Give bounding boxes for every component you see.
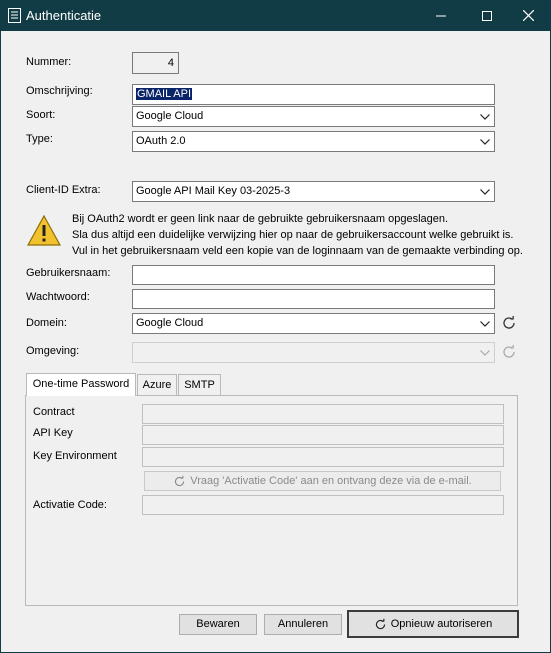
warning-line: Bij OAuth2 wordt er geen link naar de ge… xyxy=(72,213,449,225)
wachtwoord-label: Wachtwoord: xyxy=(26,291,90,303)
type-select[interactable]: OAuth 2.0 xyxy=(132,131,495,152)
domein-select[interactable]: Google Cloud xyxy=(132,313,495,334)
warning-text: Bij OAuth2 wordt er geen link naar de ge… xyxy=(72,211,523,259)
maximize-icon xyxy=(482,10,492,21)
clientid-label: Client-ID Extra: xyxy=(26,184,101,196)
tab-one-time-password[interactable]: One-time Password xyxy=(26,373,136,396)
warning-icon xyxy=(27,214,61,246)
dialog-window: Authenticatie Nummer: 4 Omschrijving: GM… xyxy=(0,0,551,653)
close-icon xyxy=(522,10,534,21)
contract-label: Contract xyxy=(33,406,75,418)
request-activation-label: Vraag 'Activatie Code' aan en ontvang de… xyxy=(190,475,472,487)
form-icon xyxy=(8,8,21,23)
cancel-button[interactable]: Annuleren xyxy=(264,614,342,635)
clientid-value: Google API Mail Key 03-2025-3 xyxy=(136,185,291,197)
chevron-down-icon[interactable] xyxy=(476,182,494,201)
apikey-input[interactable] xyxy=(142,425,504,445)
chevron-down-icon[interactable] xyxy=(476,107,494,126)
omgeving-label: Omgeving: xyxy=(26,345,80,357)
tab-azure[interactable]: Azure xyxy=(137,374,177,395)
request-activation-button[interactable]: Vraag 'Activatie Code' aan en ontvang de… xyxy=(144,471,501,491)
soort-label: Soort: xyxy=(26,109,56,121)
reauthorize-label: Opnieuw autoriseren xyxy=(390,618,493,630)
keyenv-label: Key Environment xyxy=(33,450,117,462)
warning-line: Vul in het gebruikersnaam veld een kopie… xyxy=(72,245,523,257)
reauthorize-button[interactable]: Opnieuw autoriseren xyxy=(347,610,519,638)
tab-smtp[interactable]: SMTP xyxy=(178,374,221,395)
chevron-down-icon[interactable] xyxy=(476,314,494,333)
activatie-label: Activatie Code: xyxy=(33,499,107,511)
warning-line: Sla dus altijd een duidelijke verwijzing… xyxy=(72,229,514,241)
gebruikersnaam-label: Gebruikersnaam: xyxy=(26,267,111,279)
omschrijving-label: Omschrijving: xyxy=(26,85,93,97)
soort-select[interactable]: Google Cloud xyxy=(132,106,495,127)
type-value: OAuth 2.0 xyxy=(136,135,186,147)
omschrijving-value: GMAIL API xyxy=(136,88,193,100)
title-bar[interactable]: Authenticatie xyxy=(0,0,551,31)
chevron-down-icon xyxy=(476,343,494,362)
refresh-icon[interactable] xyxy=(501,315,517,331)
omgeving-select[interactable] xyxy=(132,342,495,363)
dialog-body: Nummer: 4 Omschrijving: GMAIL API Soort:… xyxy=(1,31,550,652)
contract-input[interactable] xyxy=(142,404,504,424)
save-button[interactable]: Bewaren xyxy=(179,614,257,635)
maximize-button[interactable] xyxy=(464,0,510,31)
nummer-field: 4 xyxy=(132,52,179,74)
type-label: Type: xyxy=(26,133,53,145)
activatie-input[interactable] xyxy=(142,495,504,515)
nummer-label: Nummer: xyxy=(26,56,72,68)
minimize-icon xyxy=(436,15,446,16)
domein-value: Google Cloud xyxy=(136,317,204,329)
refresh-icon xyxy=(503,344,515,358)
chevron-down-icon[interactable] xyxy=(476,132,494,151)
otp-panel: Contract API Key Key Environment Vraag '… xyxy=(25,395,518,606)
omschrijving-input[interactable]: GMAIL API xyxy=(132,84,495,105)
keyenv-input[interactable] xyxy=(142,447,504,467)
refresh-icon xyxy=(375,618,385,629)
clientid-select[interactable]: Google API Mail Key 03-2025-3 xyxy=(132,181,495,202)
close-button[interactable] xyxy=(505,0,551,31)
gebruikersnaam-input[interactable] xyxy=(132,265,495,285)
window-title: Authenticatie xyxy=(26,8,102,23)
refresh-icon xyxy=(175,475,185,486)
wachtwoord-input[interactable] xyxy=(132,289,495,309)
domein-label: Domein: xyxy=(26,317,67,329)
apikey-label: API Key xyxy=(33,427,73,439)
soort-value: Google Cloud xyxy=(136,110,204,122)
minimize-button[interactable] xyxy=(418,0,464,31)
